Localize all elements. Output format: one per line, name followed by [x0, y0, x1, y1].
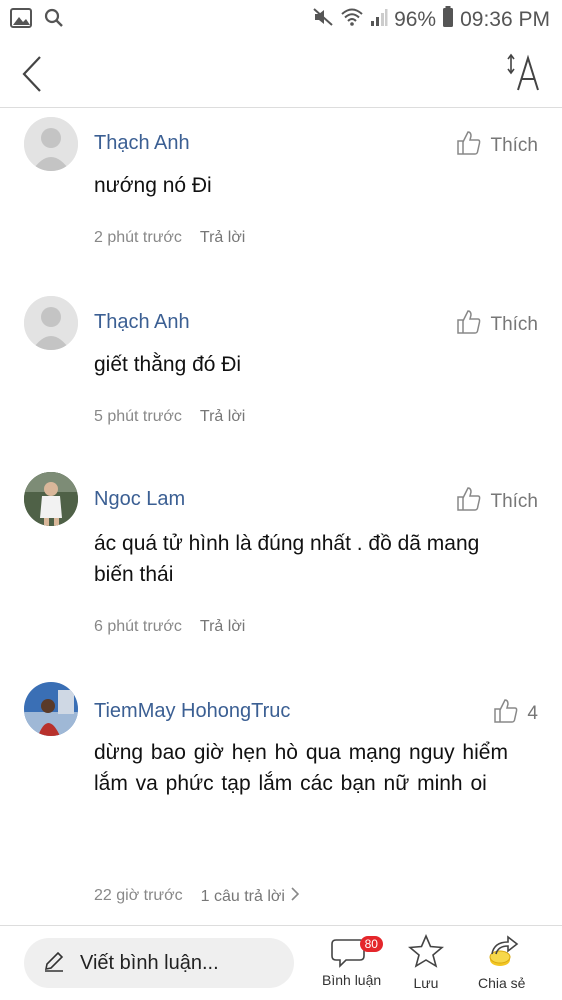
- wifi-icon: [340, 7, 364, 33]
- thumbs-up-icon: [456, 130, 482, 162]
- comment-meta: 22 giờ trước 1 câu trả lời: [94, 887, 300, 906]
- comment-time: 2 phút trước: [94, 229, 182, 246]
- chevron-right-icon: [291, 887, 300, 906]
- avatar[interactable]: [24, 117, 78, 171]
- battery-icon: [442, 6, 454, 34]
- comment-meta: 6 phút trước Trả lời: [94, 618, 245, 636]
- like-label: Thích: [490, 135, 538, 156]
- share-label: Chia sẻ: [478, 975, 526, 991]
- avatar[interactable]: [24, 296, 78, 350]
- pencil-icon: [42, 949, 66, 978]
- font-size-icon[interactable]: [506, 52, 542, 94]
- thumbs-up-icon: [456, 309, 482, 341]
- comment-author[interactable]: Thạch Anh: [94, 132, 190, 155]
- comment-author[interactable]: Thạch Anh: [94, 311, 190, 334]
- reply-button[interactable]: Trả lời: [200, 618, 245, 636]
- top-bar: [0, 38, 562, 108]
- save-label: Lưu: [413, 975, 439, 991]
- view-replies-button[interactable]: 1 câu trả lời: [200, 887, 300, 906]
- status-bar: 96% 09:36 PM: [0, 0, 562, 38]
- like-count: 4: [527, 703, 538, 724]
- mute-icon: [312, 7, 334, 33]
- comment-time: 22 giờ trước: [94, 887, 183, 904]
- write-comment-placeholder: Viết bình luận...: [80, 951, 219, 974]
- like-label: Thích: [490, 314, 538, 335]
- thumbs-up-icon: [456, 486, 482, 518]
- write-comment-field[interactable]: Viết bình luận...: [24, 938, 294, 988]
- like-button[interactable]: 4: [493, 698, 538, 730]
- reply-button[interactable]: Trả lời: [200, 229, 245, 247]
- like-button[interactable]: Thích: [456, 130, 538, 162]
- comment-meta: 2 phút trước Trả lời: [94, 229, 245, 247]
- reply-button[interactable]: Trả lời: [200, 408, 245, 426]
- share-icon: [484, 934, 520, 971]
- avatar[interactable]: [24, 472, 78, 526]
- bottom-bar: Viết bình luận... 80 Bình luận Lưu Chia …: [0, 925, 562, 1000]
- battery-percent: 96%: [394, 8, 437, 31]
- back-arrow-icon[interactable]: [18, 54, 48, 94]
- search-status-icon: [44, 8, 64, 33]
- star-icon: [407, 933, 445, 971]
- gallery-icon: [10, 8, 32, 33]
- like-label: Thích: [490, 491, 538, 512]
- comment-bubble-icon: 80: [330, 934, 383, 968]
- comments-button[interactable]: 80 Bình luận: [322, 934, 383, 988]
- signal-icon: [370, 7, 388, 33]
- comment-text: giết thằng đó Đi: [94, 353, 242, 376]
- comment-text: nướng nó Đi: [94, 174, 212, 197]
- comments-count-badge: 80: [359, 936, 383, 952]
- share-button[interactable]: Chia sẻ: [478, 934, 525, 991]
- comment-author[interactable]: Ngoc Lam: [94, 488, 185, 511]
- comment-meta: 5 phút trước Trả lời: [94, 408, 245, 426]
- like-button[interactable]: Thích: [456, 486, 538, 518]
- comment-text: ác quá tử hình là đúng nhất . đồ dã mang…: [94, 532, 480, 586]
- comment-time: 6 phút trước: [94, 618, 182, 635]
- save-button[interactable]: Lưu: [407, 933, 445, 991]
- comment-time: 5 phút trước: [94, 408, 182, 425]
- comments-label: Bình luận: [322, 972, 382, 988]
- thumbs-up-icon: [493, 698, 519, 730]
- replies-count-label: 1 câu trả lời: [200, 887, 285, 905]
- comment-author[interactable]: TiemMay HohongTruc: [94, 700, 290, 723]
- comment-text: dừng bao giờ hẹn hò qua mạng nguy hiểm l…: [94, 741, 508, 795]
- status-time: 09:36 PM: [460, 8, 550, 31]
- like-button[interactable]: Thích: [456, 309, 538, 341]
- avatar[interactable]: [24, 682, 78, 736]
